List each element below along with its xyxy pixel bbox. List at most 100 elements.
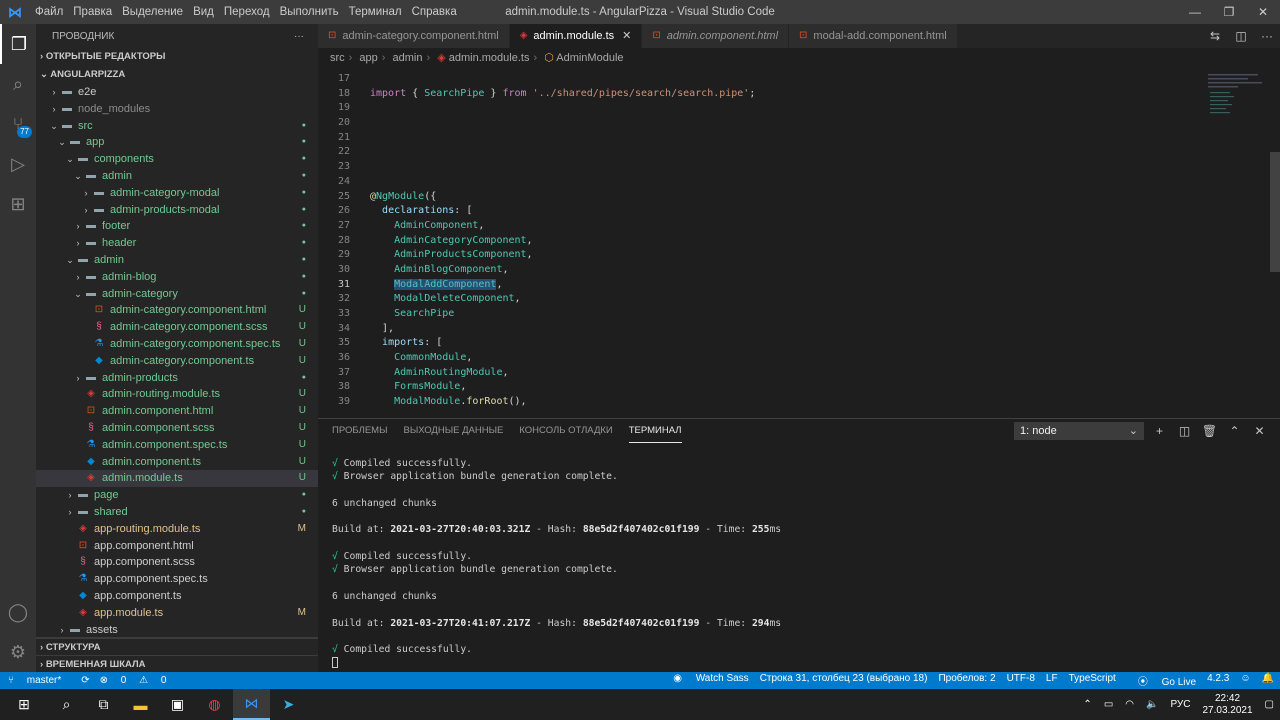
tree-item[interactable]: › ▬ node_modules bbox=[36, 101, 318, 118]
outline-section[interactable]: › СТРУКТУРА bbox=[36, 638, 318, 655]
close-window-icon[interactable]: ✕ bbox=[1246, 0, 1280, 24]
eol[interactable]: LF bbox=[1046, 673, 1058, 688]
language-mode[interactable]: TypeScript bbox=[1069, 673, 1116, 688]
split-terminal-icon[interactable]: ◫ bbox=[1172, 424, 1197, 438]
tree-item[interactable]: ◆ admin.component.ts U bbox=[36, 454, 318, 471]
ts-version[interactable]: 4.2.3 bbox=[1207, 673, 1229, 688]
tree-item[interactable]: › ▬ page ● bbox=[36, 487, 318, 504]
tree-item[interactable]: ⌄ ▬ components ● bbox=[36, 151, 318, 168]
encoding[interactable]: UTF-8 bbox=[1007, 673, 1035, 688]
tree-item[interactable]: ⌄ ▬ app ● bbox=[36, 134, 318, 151]
menu-view[interactable]: Вид bbox=[188, 6, 219, 18]
vscode-taskbar-icon[interactable]: ⋈ bbox=[233, 689, 270, 720]
menu-terminal[interactable]: Терминал bbox=[344, 6, 407, 18]
editor-scrollbar[interactable] bbox=[1270, 152, 1280, 272]
minimap[interactable] bbox=[1206, 72, 1266, 132]
tree-item[interactable]: ⚗ admin.component.spec.ts U bbox=[36, 437, 318, 454]
taskbar-search-icon[interactable]: ⌕ bbox=[48, 689, 85, 720]
restore-icon[interactable]: ❐ bbox=[1212, 0, 1246, 24]
problems-status[interactable]: ⊗ 0 ⚠ 0 bbox=[100, 675, 177, 686]
menu-go[interactable]: Переход bbox=[219, 6, 275, 18]
menu-file[interactable]: Файл bbox=[30, 6, 68, 18]
telegram-icon[interactable]: ➤ bbox=[270, 689, 307, 720]
tree-item[interactable]: ⌄ ▬ src ● bbox=[36, 118, 318, 135]
search-icon[interactable]: ⌕ bbox=[0, 64, 36, 104]
terminal-output[interactable]: √ Compiled successfully. √ Browser applic… bbox=[332, 457, 781, 670]
menu-run[interactable]: Выполнить bbox=[275, 6, 344, 18]
branch-status[interactable]: ⑂ master* bbox=[8, 675, 71, 686]
language-indicator[interactable]: РУС bbox=[1170, 699, 1190, 710]
task-view-icon[interactable]: ⧉ bbox=[85, 689, 122, 720]
menu-selection[interactable]: Выделение bbox=[117, 6, 188, 18]
store-icon[interactable]: ▣ bbox=[159, 689, 196, 720]
tree-item[interactable]: › ▬ header ● bbox=[36, 235, 318, 252]
breadcrumb-app[interactable]: app bbox=[359, 52, 377, 64]
terminal-select[interactable]: 1: node ⌄ bbox=[1014, 422, 1144, 440]
panel-tab[interactable]: КОНСОЛЬ ОТЛАДКИ bbox=[519, 419, 612, 443]
open-editors-section[interactable]: › ОТКРЫТЫЕ РЕДАКТОРЫ bbox=[36, 48, 318, 66]
close-panel-icon[interactable]: ✕ bbox=[1247, 424, 1272, 438]
battery-icon[interactable]: ▭ bbox=[1104, 699, 1113, 710]
tree-item[interactable]: ⌄ ▬ admin ● bbox=[36, 252, 318, 269]
editor-tab[interactable]: ⊡ modal-add.component.html bbox=[789, 24, 958, 48]
kill-terminal-icon[interactable]: 🗑 bbox=[1197, 424, 1222, 438]
tree-item[interactable]: § admin.component.scss U bbox=[36, 420, 318, 437]
editor-tab[interactable]: ⊡ admin-category.component.html bbox=[318, 24, 510, 48]
split-editor-icon[interactable]: ◫ bbox=[1228, 29, 1254, 43]
tree-item[interactable]: ⌄ ▬ admin ● bbox=[36, 168, 318, 185]
volume-icon[interactable]: 🔈 bbox=[1146, 699, 1158, 710]
close-icon[interactable]: ✕ bbox=[622, 24, 631, 48]
notification-center-icon[interactable]: ▢ bbox=[1265, 699, 1274, 710]
new-terminal-icon[interactable]: + bbox=[1147, 424, 1172, 438]
tree-item[interactable]: ◆ admin-category.component.ts U bbox=[36, 353, 318, 370]
watch-sass-status[interactable]: ◉ Watch Sass bbox=[662, 673, 749, 688]
tree-item[interactable]: ◈ admin.module.ts U bbox=[36, 470, 318, 488]
tree-item[interactable]: › ▬ admin-blog ● bbox=[36, 269, 318, 286]
notifications-icon[interactable]: 🔔 bbox=[1262, 673, 1274, 688]
tree-item[interactable]: › ▬ admin-products-modal ● bbox=[36, 202, 318, 219]
panel-tab[interactable]: ПРОБЛЕМЫ bbox=[332, 419, 387, 443]
tree-item[interactable]: › ▬ e2e bbox=[36, 84, 318, 101]
tree-item[interactable]: § admin-category.component.scss U bbox=[36, 319, 318, 336]
tree-item[interactable]: ◆ app.component.ts bbox=[36, 588, 318, 605]
menu-help[interactable]: Справка bbox=[407, 6, 462, 18]
cursor-position[interactable]: Строка 31, столбец 23 (выбрано 18) bbox=[760, 673, 928, 688]
tree-item[interactable]: › ▬ admin-products ● bbox=[36, 370, 318, 387]
tree-item[interactable]: ◈ app.module.ts M bbox=[36, 605, 318, 622]
account-icon[interactable]: ◯ bbox=[0, 592, 36, 632]
explorer-icon[interactable]: ❐ bbox=[0, 24, 36, 64]
go-live-status[interactable]: ⦿ Go Live bbox=[1127, 673, 1196, 688]
chrome-icon[interactable]: ◍ bbox=[196, 689, 233, 720]
run-debug-icon[interactable]: ▷ bbox=[0, 144, 36, 184]
tray-chevron-icon[interactable]: ⌃ bbox=[1083, 699, 1091, 710]
tree-item[interactable]: ⚗ app.component.spec.ts bbox=[36, 571, 318, 588]
clock[interactable]: 22:42 27.03.2021 bbox=[1202, 693, 1252, 717]
breadcrumb-file[interactable]: admin.module.ts bbox=[449, 52, 530, 64]
timeline-section[interactable]: › ВРЕМЕННАЯ ШКАЛА bbox=[36, 655, 318, 672]
more-actions-icon[interactable]: ··· bbox=[294, 31, 304, 42]
sync-icon[interactable]: ⟳ bbox=[81, 675, 89, 686]
compare-icon[interactable]: ⇆ bbox=[1202, 29, 1228, 43]
breadcrumb-symbol[interactable]: AdminModule bbox=[556, 52, 623, 64]
tree-item[interactable]: ⌄ ▬ admin-category ● bbox=[36, 286, 318, 303]
tree-item[interactable]: ⊡ admin-category.component.html U bbox=[36, 302, 318, 319]
tree-item[interactable]: ◈ app-routing.module.ts M bbox=[36, 521, 318, 538]
tree-item[interactable]: ⊡ admin.component.html U bbox=[36, 403, 318, 420]
code-editor[interactable]: 17 18 import { SearchPipe } from '../share… bbox=[318, 72, 1280, 412]
tree-item[interactable]: ⊡ app.component.html bbox=[36, 538, 318, 555]
maximize-panel-icon[interactable]: ⌃ bbox=[1222, 424, 1247, 438]
tree-item[interactable]: ◈ admin-routing.module.ts U bbox=[36, 386, 318, 403]
tree-item[interactable]: › ▬ admin-category-modal ● bbox=[36, 185, 318, 202]
more-editor-actions-icon[interactable]: ··· bbox=[1254, 29, 1280, 43]
panel-tab[interactable]: ВЫХОДНЫЕ ДАННЫЕ bbox=[403, 419, 503, 443]
editor-tab[interactable]: ◈ admin.module.ts ✕ bbox=[509, 24, 643, 48]
minimize-icon[interactable]: — bbox=[1178, 0, 1212, 24]
tree-item[interactable]: › ▬ shared ● bbox=[36, 504, 318, 521]
source-control-icon[interactable]: ⑂ 77 bbox=[0, 104, 36, 144]
panel-tab[interactable]: ТЕРМИНАЛ bbox=[628, 419, 682, 443]
project-section[interactable]: ⌄ ANGULARPIZZA bbox=[36, 66, 318, 84]
feedback-icon[interactable]: ☺ bbox=[1240, 673, 1250, 688]
tree-item[interactable]: ⚗ admin-category.component.spec.ts U bbox=[36, 336, 318, 353]
tree-item[interactable]: › ▬ footer ● bbox=[36, 218, 318, 235]
tree-item[interactable]: › ▬ assets bbox=[36, 622, 318, 639]
